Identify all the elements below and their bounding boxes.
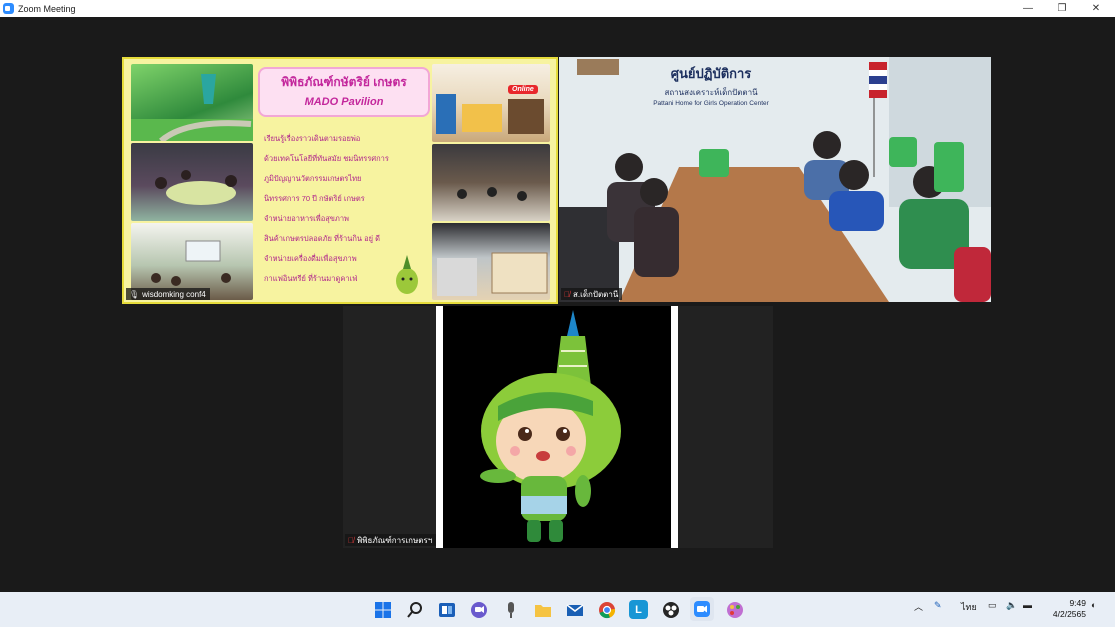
participant-name: ส.เด็กปัตตานี xyxy=(573,289,619,299)
window-titlebar: Zoom Meeting — ❐ ✕ xyxy=(0,0,1115,17)
network-icon[interactable]: ▭ xyxy=(988,600,997,611)
mail-icon[interactable] xyxy=(565,600,584,619)
zoom-logo-icon xyxy=(3,3,14,14)
clock[interactable]: 9:49 4/2/2565 xyxy=(1046,598,1086,620)
video-tile-wisdomking[interactable]: พิพิธภัณฑ์กษัตริย์ เกษตร MADO Pavilion เ… xyxy=(122,57,558,304)
poster-title: พิพิธภัณฑ์กษัตริย์ เกษตร xyxy=(281,75,407,89)
center-sign: ศูนย์ปฏิบัติการ สถานสงเคราะห์เด็กปัตตานี… xyxy=(611,63,811,107)
poster-line: ด้วยเทคโนโลยีที่ทันสมัย ชมนิทรรศการ xyxy=(264,154,389,163)
photo-bakery-counter xyxy=(432,223,550,300)
widgets-icon[interactable] xyxy=(437,600,456,619)
volume-icon[interactable]: 🔈 xyxy=(1006,600,1017,611)
mascot-frame xyxy=(436,306,678,548)
poster-line: นิทรรศการ 70 ปี กษัตริย์ เกษตร xyxy=(264,194,365,203)
zoom-icon[interactable] xyxy=(690,597,714,621)
poster-line: ภูมิปัญญานวัตกรรมเกษตรไทย xyxy=(264,174,362,183)
photo-garden xyxy=(131,64,253,141)
poster-line: สินค้าเกษตรปลอดภัย ที่ร้านกิน อยู่ ดี xyxy=(264,234,380,243)
windows-taskbar: L ︿ ✎ ไทย ▭ 🔈 ▬ 9:49 4/2/2565 ◐ xyxy=(0,592,1115,627)
participant-name: wisdomking conf4 xyxy=(142,289,206,299)
poster-subtitle: MADO Pavilion xyxy=(304,96,384,108)
poster-title-box: พิพิธภัณฑ์กษัตริย์ เกษตร MADO Pavilion xyxy=(258,67,430,117)
meeting-stage: พิพิธภัณฑ์กษัตริย์ เกษตร MADO Pavilion เ… xyxy=(0,17,1115,592)
notification-icon[interactable]: ◐ xyxy=(1091,600,1096,610)
clock-time: 9:49 xyxy=(1069,598,1086,608)
video-tile-museum[interactable]: 🎙̸ พิพิธภัณฑ์การเกษตรฯ xyxy=(343,306,773,548)
chat-icon[interactable] xyxy=(469,600,488,619)
minimize-button[interactable]: — xyxy=(1011,0,1045,17)
microphone-icon: 🎙 xyxy=(129,289,140,299)
photo-exhibition-room xyxy=(131,143,253,221)
participant-label: 🎙̸ พิพิธภัณฑ์การเกษตรฯ xyxy=(345,534,437,546)
close-button[interactable]: ✕ xyxy=(1079,0,1113,17)
search-icon[interactable] xyxy=(405,600,424,619)
online-badge: Online xyxy=(508,85,538,94)
clock-date: 4/2/2565 xyxy=(1052,609,1086,619)
video-tile-pattani[interactable]: ศูนย์ปฏิบัติการ สถานสงเคราะห์เด็กปัตตานี… xyxy=(559,57,991,302)
paint-app-icon[interactable] xyxy=(725,600,744,619)
l-app-icon[interactable]: L xyxy=(629,600,648,619)
mascot-character-icon xyxy=(480,310,621,542)
pear-mascot-icon xyxy=(394,255,420,295)
start-icon[interactable] xyxy=(373,600,392,619)
sign-title: ศูนย์ปฏิบัติการ xyxy=(670,66,752,81)
participant-label: 🎙 wisdomking conf4 xyxy=(126,288,210,300)
sign-line-thai: สถานสงเคราะห์เด็กปัตตานี xyxy=(664,88,758,97)
muted-microphone-icon: 🎙̸ xyxy=(564,289,570,299)
restore-button[interactable]: ❐ xyxy=(1045,0,1079,17)
photo-shop xyxy=(432,64,550,142)
window-title: Zoom Meeting xyxy=(18,3,76,14)
chrome-icon[interactable] xyxy=(597,600,616,619)
poster-line: จำหน่ายอาหารเพื่อสุขภาพ xyxy=(264,214,349,223)
obs-icon[interactable] xyxy=(661,600,680,619)
photo-cafe xyxy=(432,144,550,221)
pen-tray-icon[interactable]: ✎ xyxy=(934,600,942,611)
participant-label: 🎙̸ ส.เด็กปัตตานี xyxy=(561,288,623,300)
sign-line-english: Pattani Home for Girls Operation Center xyxy=(653,100,769,107)
language-indicator[interactable]: ไทย xyxy=(961,600,977,614)
participant-name: พิพิธภัณฑ์การเกษตรฯ xyxy=(357,535,433,545)
microphone-app-icon[interactable] xyxy=(501,600,520,619)
battery-icon[interactable]: ▬ xyxy=(1023,600,1032,610)
muted-microphone-icon: 🎙̸ xyxy=(348,535,354,545)
file-explorer-icon[interactable] xyxy=(533,600,552,619)
poster-line: เรียนรู้เรื่องราวเดินตามรอยพ่อ xyxy=(264,134,361,143)
chevron-up-icon[interactable]: ︿ xyxy=(914,600,923,613)
